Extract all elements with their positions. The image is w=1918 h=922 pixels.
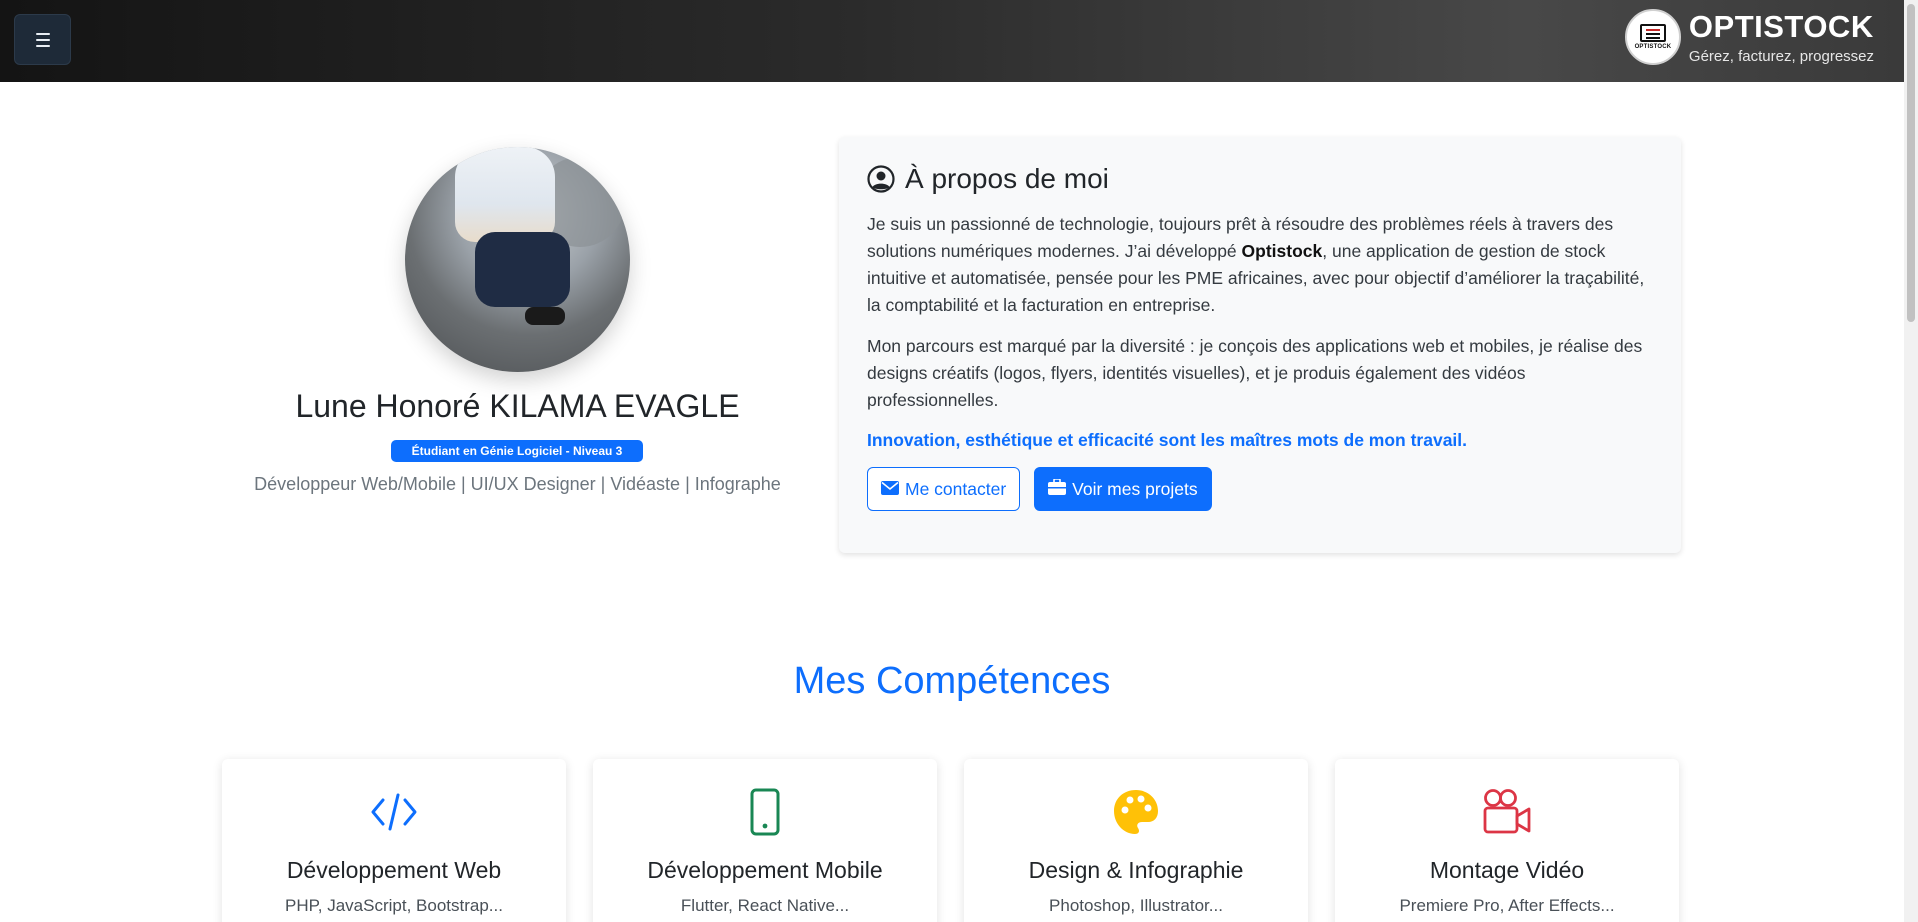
brand[interactable]: OPTISTOCK OPTISTOCK Gérez, facturez, pro… [1624, 8, 1874, 66]
photo-figure-shoes [525, 307, 565, 325]
skill-title: Développement Mobile [647, 857, 883, 883]
page: OPTISTOCK OPTISTOCK Gérez, facturez, pro… [0, 0, 1918, 922]
hamburger-icon [35, 32, 50, 35]
briefcase-icon [1048, 477, 1067, 500]
contact-button[interactable]: Me contacter [867, 467, 1021, 511]
profile-name: Lune Honoré KILAMA EVAGLE [295, 388, 740, 424]
about-motto: Innovation, esthétique et efficacité son… [867, 430, 1468, 450]
skill-card-mobile: Développement Mobile Flutter, React Nati… [593, 759, 937, 922]
photo-figure [455, 147, 555, 242]
brand-subtitle: Gérez, facturez, progressez [1688, 48, 1874, 65]
brand-text: OPTISTOCK Gérez, facturez, progressez [1689, 8, 1874, 66]
projects-button[interactable]: Voir mes projets [1034, 467, 1212, 511]
envelope-icon [881, 479, 899, 500]
monitor-icon [1639, 24, 1666, 42]
about-actions: Me contacter Voir mes projets [867, 467, 1653, 511]
brand-title: OPTISTOCK [1688, 9, 1874, 44]
skills-list: Développement Web PHP, JavaScript, Boots… [222, 759, 1679, 922]
hamburger-icon-bar [35, 44, 50, 47]
about-card: À propos de moi Je suis un passionné de … [839, 137, 1681, 553]
skill-title: Design & Infographie [1028, 857, 1244, 883]
skill-desc: Photoshop, Illustrator... [1049, 896, 1223, 915]
phone-icon [749, 787, 781, 837]
skill-card-design: Design & Infographie Photoshop, Illustra… [964, 759, 1308, 922]
profile-roles: Développeur Web/Mobile | UI/UX Designer … [254, 474, 781, 494]
logo-text: OPTISTOCK [1634, 44, 1672, 50]
skill-desc: Premiere Pro, After Effects... [1399, 896, 1615, 915]
palette-icon [1112, 787, 1160, 837]
skills-title: Mes Compétences [793, 660, 1111, 702]
skill-title: Montage Vidéo [1429, 857, 1585, 883]
photo-figure-legs [475, 232, 570, 307]
profile-photo [405, 147, 630, 372]
about-paragraph-2: Mon parcours est marqué par la diversité… [867, 336, 1643, 410]
skill-card-web: Développement Web PHP, JavaScript, Boots… [222, 759, 566, 922]
skill-card-video: Montage Vidéo Premiere Pro, After Effect… [1335, 759, 1679, 922]
about-heading: À propos de moi [867, 163, 1653, 195]
hamburger-icon-bar [35, 38, 50, 41]
code-icon [371, 787, 417, 837]
about-paragraph-1: Je suis un passionné de technologie, tou… [867, 211, 1653, 319]
page-scrollbar[interactable] [1904, 0, 1918, 922]
scrollbar-thumb[interactable] [1907, 4, 1915, 322]
about-title: À propos de moi [905, 163, 1109, 194]
person-circle-icon [867, 165, 895, 193]
status-badge: Étudiant en Génie Logiciel - Niveau 3 [391, 440, 643, 462]
menu-toggle-button[interactable] [14, 14, 71, 65]
skill-desc: PHP, JavaScript, Bootstrap... [285, 896, 503, 915]
camera-reels-icon [1482, 787, 1532, 837]
skill-title: Développement Web [286, 857, 502, 883]
optistock-logo: OPTISTOCK [1624, 9, 1681, 65]
skill-desc: Flutter, React Native... [680, 896, 850, 915]
contact-button-label: Me contacter [905, 478, 1007, 499]
about-p1-highlight: Optistock [1241, 241, 1323, 261]
projects-button-label: Voir mes projets [1072, 478, 1198, 499]
navbar: OPTISTOCK OPTISTOCK Gérez, facturez, pro… [0, 0, 1904, 82]
